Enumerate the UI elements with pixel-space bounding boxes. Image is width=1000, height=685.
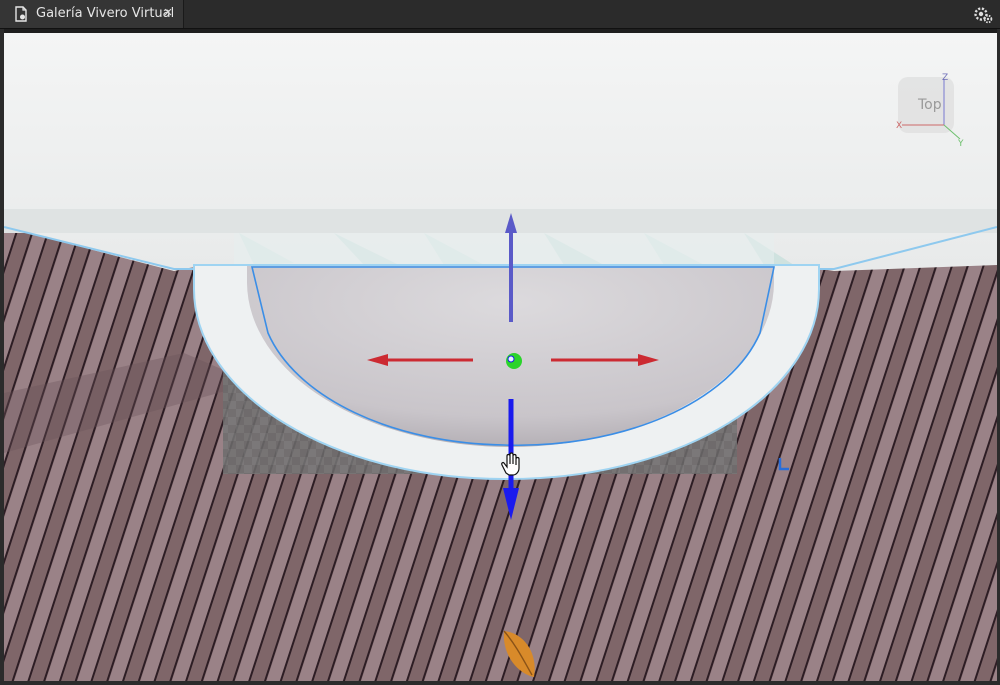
- view-cube-face-label[interactable]: Top: [918, 97, 942, 113]
- document-icon: [15, 6, 27, 22]
- scene-canvas[interactable]: [4, 33, 997, 681]
- close-icon[interactable]: ×: [160, 4, 176, 22]
- viewport-bottom-border: [0, 681, 1000, 685]
- pivot-handle-icon[interactable]: [506, 353, 522, 369]
- axis-y-label: Y: [958, 139, 964, 149]
- tab-bar: Galería Vivero Virtual ×: [0, 0, 1000, 29]
- 3d-viewport[interactable]: Top Z X Y: [4, 33, 997, 681]
- tab-title: Galería Vivero Virtual: [36, 6, 175, 21]
- settings-gear-icon[interactable]: [972, 4, 994, 26]
- tab-galeria-vivero-virtual[interactable]: Galería Vivero Virtual ×: [0, 0, 184, 28]
- wall-arches: [234, 233, 794, 265]
- axis-x-label: X: [896, 121, 903, 131]
- view-cube-graphic[interactable]: [888, 73, 968, 153]
- view-cube[interactable]: Top Z X Y: [888, 73, 968, 153]
- axis-z-label: Z: [942, 73, 949, 83]
- wall-edge-strip: [4, 209, 997, 233]
